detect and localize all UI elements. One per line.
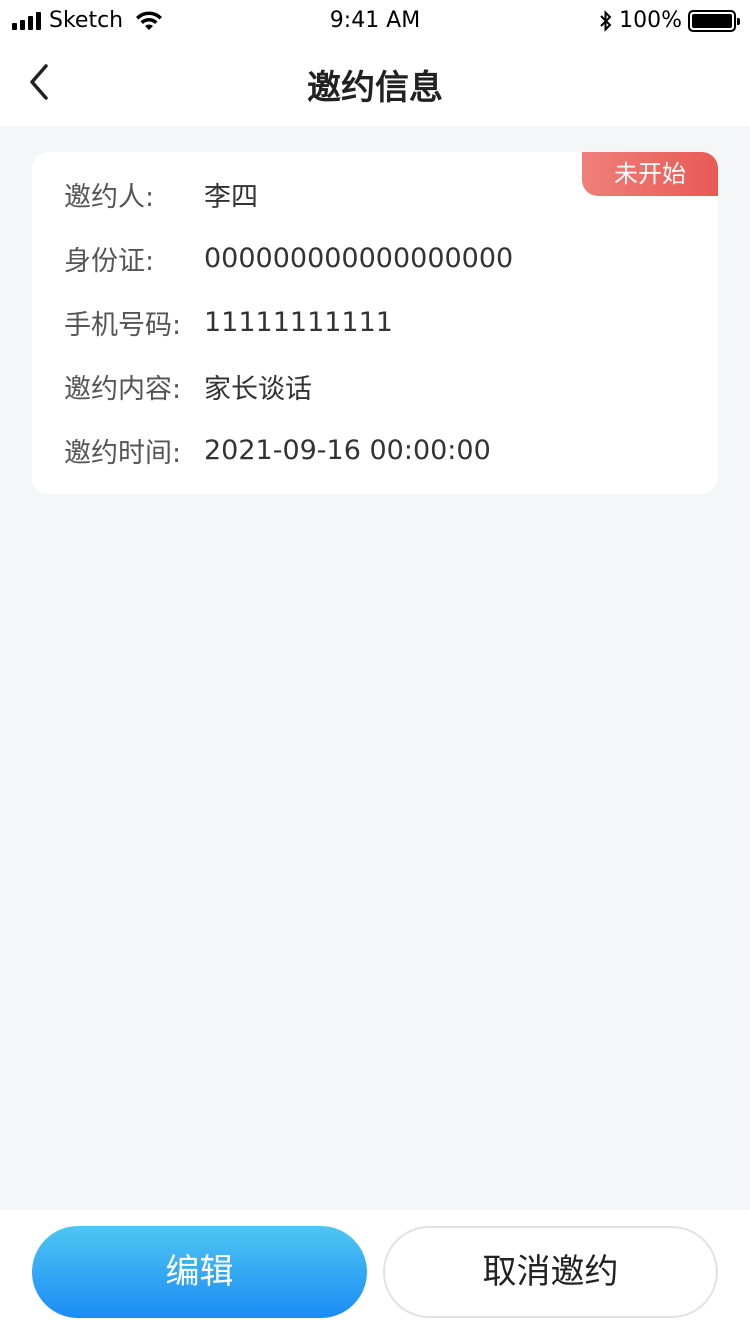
field-label: 邀约人: xyxy=(64,181,155,213)
field-row-id-card: 身份证: 000000000000000000 xyxy=(64,238,513,278)
field-row-inviter: 邀约人: 李四 xyxy=(64,174,258,214)
field-value: 000000000000000000 xyxy=(204,242,514,274)
bottom-action-bar: 编辑 取消邀约 xyxy=(0,1210,750,1334)
field-value: 家长谈话 xyxy=(204,373,312,405)
field-label: 手机号码: xyxy=(64,309,182,341)
edit-button[interactable]: 编辑 xyxy=(32,1226,367,1318)
field-row-time: 邀约时间: 2021-09-16 00:00:00 xyxy=(64,430,491,470)
field-value: 2021-09-16 00:00:00 xyxy=(204,434,491,466)
field-label: 邀约时间: xyxy=(64,437,182,469)
field-row-content: 邀约内容: 家长谈话 xyxy=(64,366,312,406)
status-bar: Sketch 9:41 AM 100% xyxy=(0,0,750,40)
status-bar-right: 100% xyxy=(599,8,740,33)
field-value: 李四 xyxy=(204,181,258,213)
battery-icon xyxy=(688,9,740,32)
battery-percent: 100% xyxy=(619,8,682,33)
field-label: 身份证: xyxy=(64,245,155,277)
cancel-invitation-button[interactable]: 取消邀约 xyxy=(383,1226,718,1318)
status-badge: 未开始 xyxy=(582,152,718,196)
bluetooth-icon xyxy=(600,9,612,32)
field-label: 邀约内容: xyxy=(64,373,182,405)
nav-bar: 邀约信息 xyxy=(0,40,750,126)
field-value: 11111111111 xyxy=(204,306,393,338)
field-row-phone: 手机号码: 11111111111 xyxy=(64,302,393,342)
page-title: 邀约信息 xyxy=(307,68,443,108)
invitation-card: 未开始 邀约人: 李四 身份证: 000000000000000000 手机号码… xyxy=(32,152,718,494)
